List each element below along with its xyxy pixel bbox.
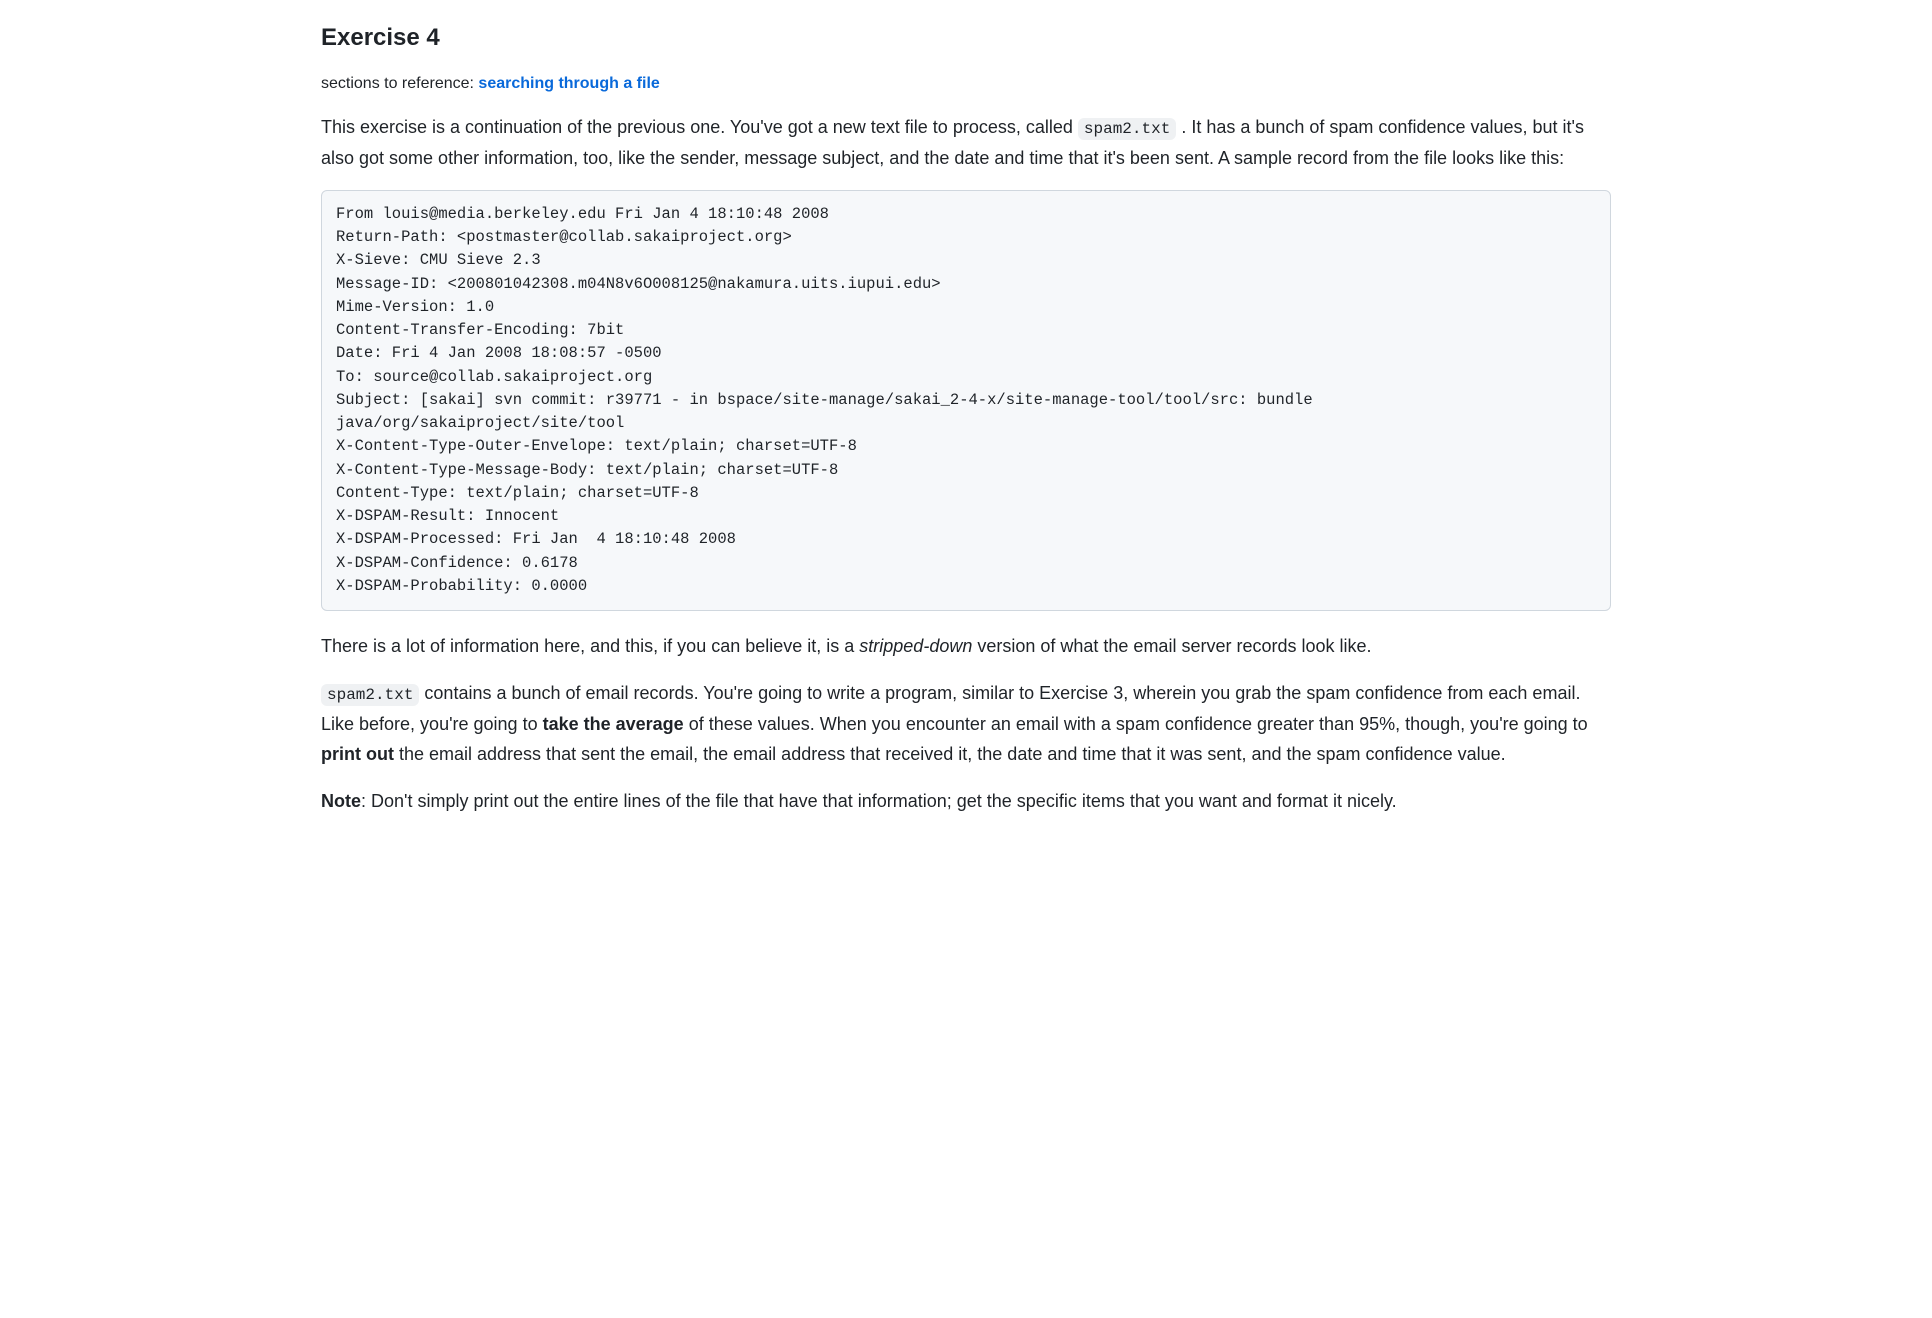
task-paragraph: spam2.txt contains a bunch of email reco… — [321, 678, 1611, 770]
note-paragraph: Note: Don't simply print out the entire … — [321, 786, 1611, 817]
note-label-bold: Note — [321, 791, 361, 811]
sections-reference-line: sections to reference: searching through… — [321, 72, 1611, 96]
document-container: Exercise 4 sections to reference: search… — [221, 0, 1711, 893]
take-the-average-bold: take the average — [543, 714, 684, 734]
print-out-bold: print out — [321, 744, 394, 764]
after-block-part1: There is a lot of information here, and … — [321, 636, 859, 656]
intro-text-part1: This exercise is a continuation of the p… — [321, 117, 1078, 137]
searching-through-file-link[interactable]: searching through a file — [478, 75, 659, 92]
spam2-filename-code-2: spam2.txt — [321, 684, 419, 706]
task-part2: of these values. When you encounter an e… — [684, 714, 1588, 734]
note-rest: : Don't simply print out the entire line… — [361, 791, 1397, 811]
after-block-part2: version of what the email server records… — [972, 636, 1371, 656]
exercise-heading: Exercise 4 — [321, 20, 1611, 56]
spam2-filename-code: spam2.txt — [1078, 118, 1176, 140]
sections-reference-prefix: sections to reference: — [321, 75, 478, 92]
after-block-paragraph: There is a lot of information here, and … — [321, 631, 1611, 662]
intro-paragraph: This exercise is a continuation of the p… — [321, 112, 1611, 174]
stripped-down-italic: stripped-down — [859, 636, 972, 656]
task-part3: the email address that sent the email, t… — [394, 744, 1506, 764]
sample-email-record-code-block: From louis@media.berkeley.edu Fri Jan 4 … — [321, 190, 1611, 611]
